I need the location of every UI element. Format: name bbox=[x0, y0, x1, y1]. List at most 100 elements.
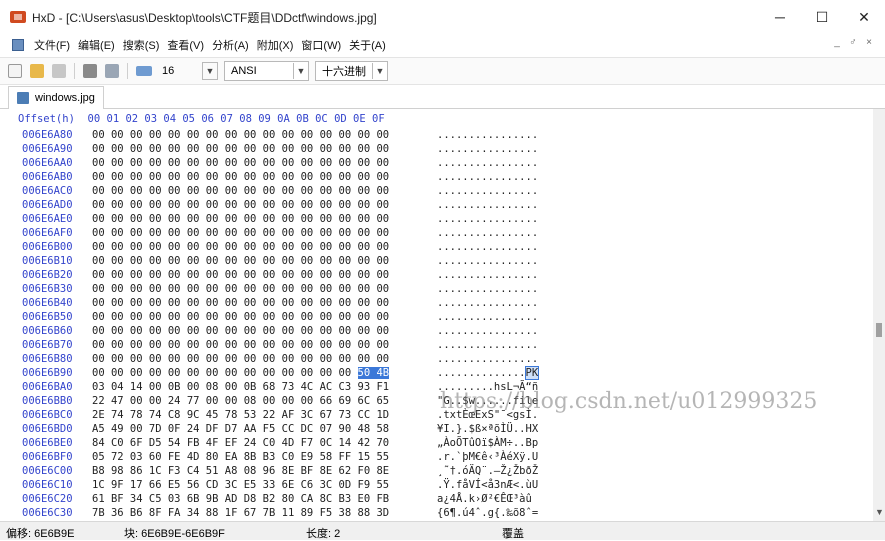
ascii-text[interactable]: ¸˜†.óÄQ¨.–Ž¿ŽbðŽ bbox=[437, 465, 538, 477]
ascii-text[interactable]: ................ bbox=[437, 199, 538, 211]
row-hex-bytes[interactable]: 00 00 00 00 00 00 00 00 00 00 00 00 00 0… bbox=[92, 212, 389, 226]
row-hex-bytes[interactable]: 00 00 00 00 00 00 00 00 00 00 00 00 00 0… bbox=[92, 310, 389, 324]
row-ascii[interactable]: ................ bbox=[437, 240, 538, 254]
ascii-text[interactable]: ................ bbox=[437, 297, 538, 309]
hex-bytes[interactable]: 2E 74 78 74 C8 9C 45 78 53 22 AF 3C 67 7… bbox=[92, 409, 389, 421]
hex-bytes[interactable]: 61 BF 34 C5 03 6B 9B AD D8 B2 80 CA 8C B… bbox=[92, 493, 389, 505]
row-hex-bytes[interactable]: 2E 74 78 74 C8 9C 45 78 53 22 AF 3C 67 7… bbox=[92, 408, 389, 422]
hex-bytes[interactable]: 00 00 00 00 00 00 00 00 00 00 00 00 00 0… bbox=[92, 283, 389, 295]
ram-icon[interactable] bbox=[105, 64, 119, 78]
row-ascii[interactable]: ................ bbox=[437, 338, 538, 352]
row-hex-bytes[interactable]: 00 00 00 00 00 00 00 00 00 00 00 00 00 0… bbox=[92, 282, 389, 296]
row-ascii[interactable]: .r.`þM€ê‹³ÀéXÿ.U bbox=[437, 450, 538, 464]
row-hex-bytes[interactable]: 22 47 00 00 24 77 00 00 08 00 00 00 66 6… bbox=[92, 394, 389, 408]
row-hex-bytes[interactable]: 00 00 00 00 00 00 00 00 00 00 00 00 00 0… bbox=[92, 296, 389, 310]
ascii-text[interactable]: ................ bbox=[437, 283, 538, 295]
chevron-down-icon[interactable]: ▼ bbox=[202, 62, 218, 80]
row-hex-bytes[interactable]: 05 72 03 60 FE 4D 80 EA 8B B3 C0 E9 58 F… bbox=[92, 450, 389, 464]
hex-bytes[interactable]: 84 C0 6F D5 54 FB 4F EF 24 C0 4D F7 0C 1… bbox=[92, 437, 389, 449]
row-ascii[interactable]: {6¶.ú4ˆ.g{.‰õ8ˆ= bbox=[437, 506, 538, 520]
open-folder-icon[interactable] bbox=[30, 64, 44, 78]
close-button[interactable]: ✕ bbox=[843, 0, 885, 34]
menu-about[interactable]: 关于(A) bbox=[345, 37, 390, 53]
row-hex-bytes[interactable]: 84 C0 6F D5 54 FB 4F EF 24 C0 4D F7 0C 1… bbox=[92, 436, 389, 450]
ascii-text[interactable]: „ÀoÕTûOï$ÀM÷..Bp bbox=[437, 437, 538, 449]
ascii-text[interactable]: ................ bbox=[437, 241, 538, 253]
row-ascii[interactable]: ................ bbox=[437, 142, 538, 156]
scrollbar-thumb[interactable] bbox=[876, 323, 882, 337]
minimize-button[interactable]: ─ bbox=[759, 0, 801, 34]
row-ascii[interactable]: ................ bbox=[437, 156, 538, 170]
hex-bytes[interactable]: 00 00 00 00 00 00 00 00 00 00 00 00 00 0… bbox=[92, 269, 389, 281]
ascii-text[interactable]: ................ bbox=[437, 269, 538, 281]
ascii-text[interactable]: .Ÿ.fåVÍ<å3nÆ<.ùU bbox=[437, 479, 538, 491]
row-hex-bytes[interactable]: 00 00 00 00 00 00 00 00 00 00 00 00 00 0… bbox=[92, 366, 390, 380]
ascii-text[interactable]: ................ bbox=[437, 157, 538, 169]
row-ascii[interactable]: ................ bbox=[437, 226, 538, 240]
row-ascii[interactable]: ................ bbox=[437, 324, 538, 338]
row-ascii[interactable]: a¿4Å.k›­Ø²€ÊŒ³àû bbox=[437, 492, 532, 506]
hex-bytes[interactable]: 00 00 00 00 00 00 00 00 00 00 00 00 00 0… bbox=[92, 339, 389, 351]
row-ascii[interactable]: ................ bbox=[437, 212, 538, 226]
hex-bytes[interactable]: 00 00 00 00 00 00 00 00 00 00 00 00 00 0… bbox=[92, 157, 389, 169]
hex-bytes[interactable]: 1C 9F 17 66 E5 56 CD 3C E5 33 6E C6 3C 0… bbox=[92, 479, 389, 491]
hex-editor[interactable]: Offset(h) 00 01 02 03 04 05 06 07 08 09 … bbox=[0, 109, 873, 521]
hex-bytes[interactable]: 00 00 00 00 00 00 00 00 00 00 00 00 00 0… bbox=[92, 143, 389, 155]
hex-bytes[interactable]: 00 00 00 00 00 00 00 00 00 00 00 00 00 0… bbox=[92, 255, 389, 267]
ascii-text[interactable]: a¿4Å.k›­Ø²€ÊŒ³àû bbox=[437, 493, 532, 505]
row-ascii[interactable]: ................ bbox=[437, 184, 538, 198]
row-ascii[interactable]: ................ bbox=[437, 352, 538, 366]
ascii-text[interactable]: .r.`þM€ê‹³ÀéXÿ.U bbox=[437, 451, 538, 463]
hex-bytes[interactable]: 00 00 00 00 00 00 00 00 00 00 00 00 00 0… bbox=[92, 367, 351, 379]
row-ascii[interactable]: ................ bbox=[437, 128, 538, 142]
row-ascii[interactable]: ................ bbox=[437, 254, 538, 268]
offset-base-select[interactable]: 十六进制 ▼ bbox=[315, 61, 388, 81]
ascii-text[interactable]: ¥I.}.$ß×ªõÌÜ..HX bbox=[437, 423, 538, 435]
row-hex-bytes[interactable]: 00 00 00 00 00 00 00 00 00 00 00 00 00 0… bbox=[92, 156, 389, 170]
menu-file[interactable]: 文件(F) bbox=[30, 37, 74, 53]
mdi-restore-button[interactable]: ♂ bbox=[847, 37, 859, 48]
ascii-text[interactable]: ................ bbox=[437, 213, 538, 225]
hex-bytes[interactable]: 7B 36 B6 8F FA 34 88 1F 67 7B 11 89 F5 3… bbox=[92, 507, 389, 519]
row-hex-bytes[interactable]: 1C 9F 17 66 E5 56 CD 3C E5 33 6E C6 3C 0… bbox=[92, 478, 389, 492]
hex-bytes[interactable]: 00 00 00 00 00 00 00 00 00 00 00 00 00 0… bbox=[92, 353, 389, 365]
row-ascii[interactable]: .Ÿ.fåVÍ<å3nÆ<.ùU bbox=[437, 478, 538, 492]
hex-bytes[interactable]: 00 00 00 00 00 00 00 00 00 00 00 00 00 0… bbox=[92, 171, 389, 183]
row-hex-bytes[interactable]: 00 00 00 00 00 00 00 00 00 00 00 00 00 0… bbox=[92, 352, 389, 366]
menu-extras[interactable]: 附加(X) bbox=[253, 37, 298, 53]
hex-bytes[interactable]: 00 00 00 00 00 00 00 00 00 00 00 00 00 0… bbox=[92, 185, 389, 197]
save-icon[interactable] bbox=[52, 64, 66, 78]
ascii-text[interactable]: ................ bbox=[437, 353, 538, 365]
ascii-text[interactable]: ................ bbox=[437, 143, 538, 155]
tab-windows-jpg[interactable]: windows.jpg bbox=[8, 86, 104, 109]
row-hex-bytes[interactable]: 00 00 00 00 00 00 00 00 00 00 00 00 00 0… bbox=[92, 170, 389, 184]
hex-bytes[interactable]: 03 04 14 00 0B 00 08 00 0B 68 73 4C AC C… bbox=[92, 381, 389, 393]
chevron-down-icon[interactable]: ▼ bbox=[293, 63, 308, 79]
mdi-close-button[interactable]: × bbox=[863, 37, 875, 48]
hex-bytes[interactable]: B8 98 86 1C F3 C4 51 A8 08 96 8E BF 8E 6… bbox=[92, 465, 389, 477]
ascii-text[interactable]: {6¶.ú4ˆ.g{.‰õ8ˆ= bbox=[437, 507, 538, 519]
menu-edit[interactable]: 编辑(E) bbox=[74, 37, 119, 53]
selected-ascii-text[interactable]: PK bbox=[524, 366, 540, 380]
menu-analysis[interactable]: 分析(A) bbox=[208, 37, 253, 53]
row-ascii[interactable]: ¸˜†.óÄQ¨.–Ž¿ŽbðŽ bbox=[437, 464, 538, 478]
hex-bytes[interactable]: 00 00 00 00 00 00 00 00 00 00 00 00 00 0… bbox=[92, 297, 389, 309]
ascii-text[interactable]: ................ bbox=[437, 325, 538, 337]
menu-window[interactable]: 窗口(W) bbox=[297, 37, 345, 53]
row-ascii[interactable]: ................ bbox=[437, 268, 538, 282]
hex-bytes[interactable]: 00 00 00 00 00 00 00 00 00 00 00 00 00 0… bbox=[92, 227, 389, 239]
ascii-text[interactable]: .............. bbox=[437, 367, 526, 379]
hex-bytes[interactable]: 00 00 00 00 00 00 00 00 00 00 00 00 00 0… bbox=[92, 311, 389, 323]
row-hex-bytes[interactable]: B8 98 86 1C F3 C4 51 A8 08 96 8E BF 8E 6… bbox=[92, 464, 389, 478]
new-file-icon[interactable] bbox=[8, 64, 22, 78]
ascii-text[interactable]: ................ bbox=[437, 339, 538, 351]
row-hex-bytes[interactable]: 03 04 14 00 0B 00 08 00 0B 68 73 4C AC C… bbox=[92, 380, 389, 394]
row-ascii[interactable]: ................ bbox=[437, 170, 538, 184]
row-ascii[interactable]: ¥I.}.$ß×ªõÌÜ..HX bbox=[437, 422, 538, 436]
row-ascii[interactable]: ................ bbox=[437, 296, 538, 310]
row-ascii[interactable]: ................ bbox=[437, 310, 538, 324]
row-hex-bytes[interactable]: 00 00 00 00 00 00 00 00 00 00 00 00 00 0… bbox=[92, 240, 389, 254]
row-hex-bytes[interactable]: 00 00 00 00 00 00 00 00 00 00 00 00 00 0… bbox=[92, 184, 389, 198]
row-hex-bytes[interactable]: 7B 36 B6 8F FA 34 88 1F 67 7B 11 89 F5 3… bbox=[92, 506, 389, 520]
hex-bytes[interactable]: 00 00 00 00 00 00 00 00 00 00 00 00 00 0… bbox=[92, 213, 389, 225]
